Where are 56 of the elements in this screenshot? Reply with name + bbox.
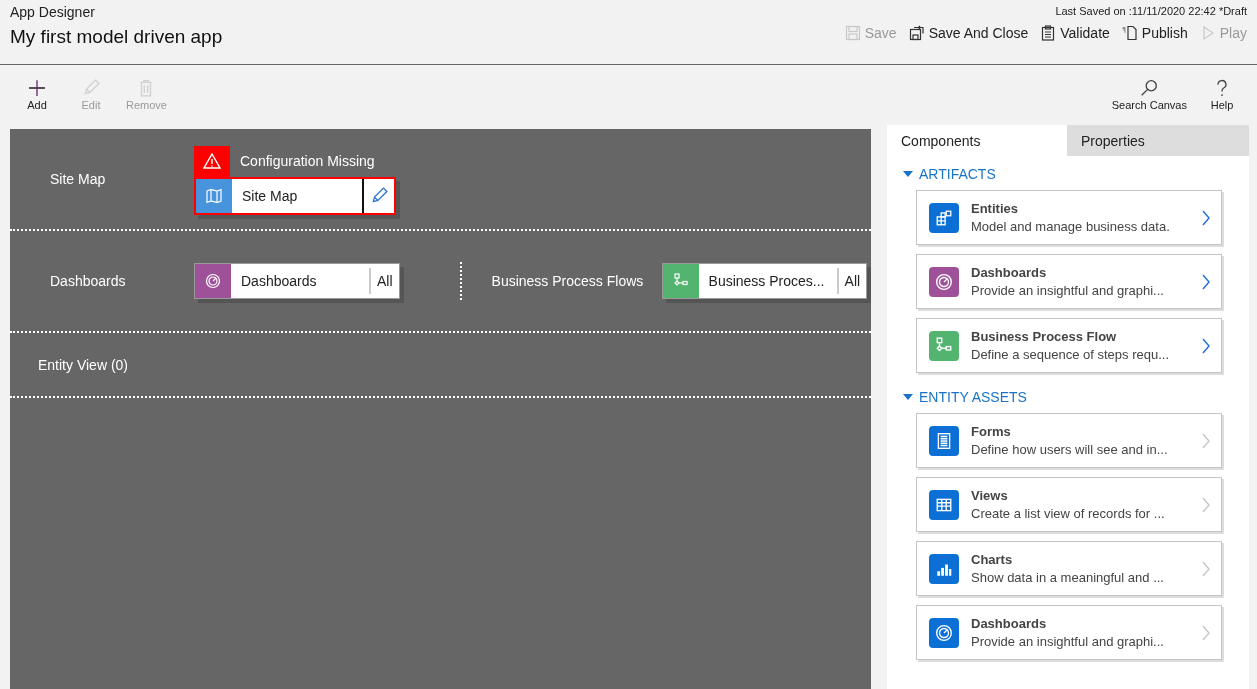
card-description: Define a sequence of steps requ... — [971, 347, 1170, 362]
help-button[interactable]: Help — [1199, 79, 1245, 111]
warning-message: Configuration Missing — [239, 153, 375, 169]
warning-icon — [194, 145, 230, 177]
section-header[interactable]: ENTITY ASSETS — [903, 389, 1249, 405]
row-label: Site Map — [49, 171, 107, 187]
card-title: Views — [971, 488, 1009, 503]
row-label: Business Process Flows — [491, 273, 645, 289]
search-button[interactable]: Search Canvas — [1107, 79, 1191, 111]
card-description: Define how users will see and in... — [971, 442, 1169, 457]
panel-tab[interactable]: Properties — [1067, 125, 1249, 156]
card-description: Provide an insightful and graphi... — [971, 634, 1165, 649]
caret-icon — [903, 171, 913, 177]
plus-icon — [28, 79, 46, 97]
saveclose-button[interactable]: Save And Close — [908, 25, 1029, 41]
add-button[interactable]: Add — [14, 79, 60, 111]
last-saved-text: Last Saved on :11/11/2020 22:42 *Draft — [1055, 5, 1247, 17]
gauge-icon — [205, 273, 221, 289]
card-description: Model and manage business data. — [971, 219, 1171, 234]
publish-button[interactable]: Publish — [1121, 25, 1188, 41]
card-title: Entities — [971, 201, 1019, 216]
all-badge[interactable]: All — [369, 268, 399, 294]
component-card[interactable]: Dashboards Provide an insightful and graphi... — [916, 254, 1222, 309]
map-icon — [206, 187, 222, 204]
form-icon — [935, 431, 953, 450]
row-label: Entity View (0) — [37, 356, 129, 373]
clipboard-icon — [1040, 25, 1057, 41]
document-icon — [1121, 25, 1138, 41]
pencil-icon — [82, 79, 100, 97]
component-card[interactable]: Business Process Flow Define a sequence of steps requ... — [916, 318, 1222, 373]
app-title: My first model driven app — [10, 26, 223, 48]
tile-label: Dashboards — [240, 272, 318, 291]
panel-tab[interactable]: Components — [887, 125, 1067, 156]
card-title: Charts — [971, 552, 1014, 567]
app-name: App Designer — [10, 4, 95, 20]
card-title: Business Process Flow — [971, 329, 1118, 344]
gauge-icon — [935, 272, 953, 291]
card-title: Dashboards — [971, 265, 1048, 280]
tile-label: Business Proces... — [707, 272, 826, 291]
card-title: Forms — [971, 424, 1012, 439]
card-description: Provide an insightful and graphi... — [971, 283, 1165, 298]
search-icon — [1140, 79, 1159, 97]
section-header[interactable]: ARTIFACTS — [903, 166, 1249, 182]
card-description: Show data in a meaningful and ... — [971, 570, 1165, 585]
card-title: Dashboards — [971, 616, 1048, 631]
component-card[interactable]: Entities Model and manage business data. — [916, 190, 1222, 245]
all-badge[interactable]: All — [836, 268, 867, 294]
floppy-disk-icon — [908, 25, 925, 41]
caret-icon — [903, 394, 913, 400]
tile-label: Site Map — [241, 186, 299, 206]
pencil-icon — [370, 186, 388, 205]
gauge-icon — [935, 623, 953, 642]
card-description: Create a list view of records for ... — [971, 506, 1166, 521]
row-label: Dashboards — [49, 273, 127, 289]
grid-blocks-icon — [935, 208, 953, 227]
validate-button[interactable]: Validate — [1040, 25, 1110, 41]
